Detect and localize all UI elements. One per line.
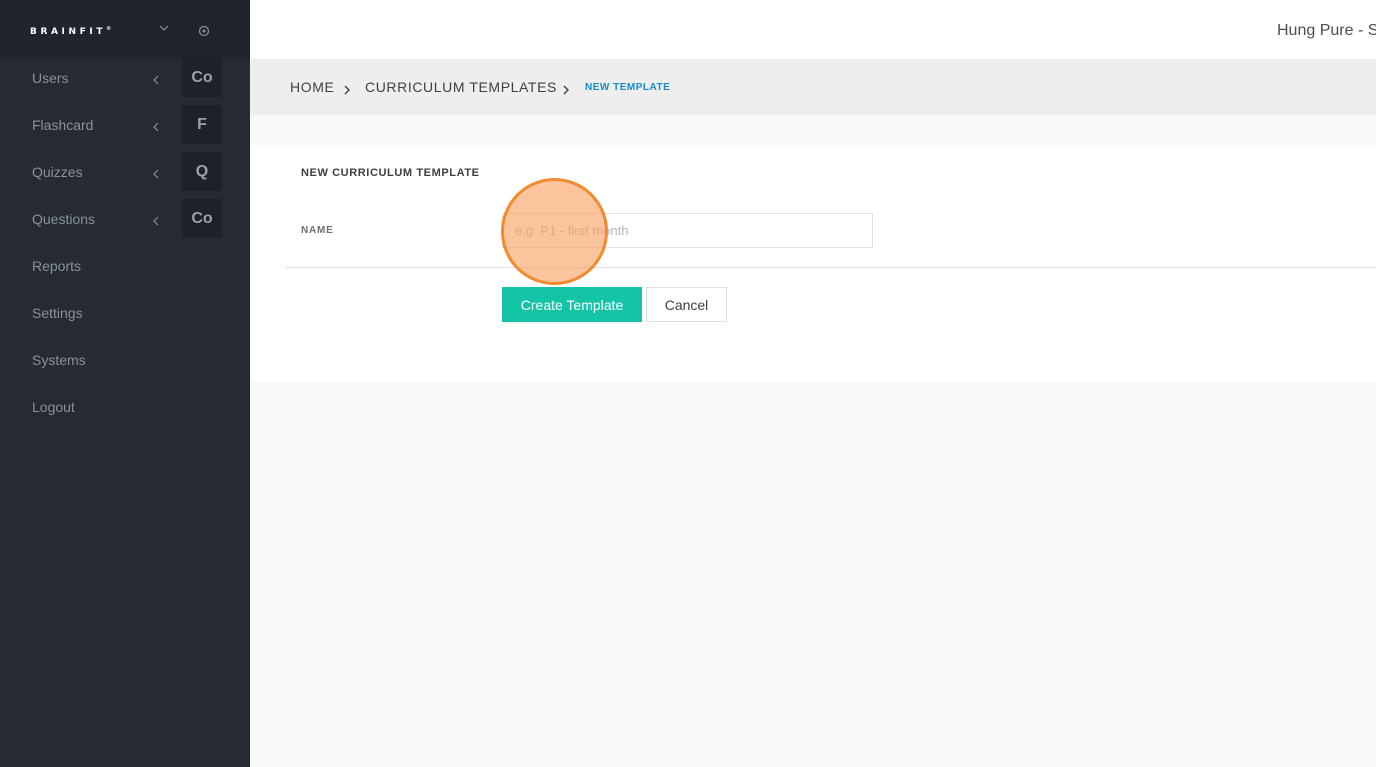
breadcrumb-curriculum-templates[interactable]: CURRICULUM TEMPLATES — [365, 79, 557, 95]
chevron-left-icon[interactable] — [150, 167, 162, 179]
sidebar-item-label: Systems — [32, 352, 86, 368]
sidebar-item-systems[interactable]: Systems — [0, 339, 250, 386]
sidebar-item-settings[interactable]: Settings — [0, 292, 250, 339]
breadcrumb: HOME CURRICULUM TEMPLATES NEW TEMPLATE — [250, 59, 1376, 115]
brainfit-logo[interactable]: BRAINFIT® — [30, 26, 111, 37]
sidebar-item-tile[interactable]: Co — [182, 199, 222, 238]
brand-bar: BRAINFIT® — [0, 0, 250, 59]
create-template-button[interactable]: Create Template — [502, 287, 642, 322]
chevron-right-icon — [343, 82, 351, 95]
sidebar-item-label: Users — [32, 70, 69, 86]
sidebar-item-tile[interactable]: Co — [182, 58, 222, 97]
name-label: NAME — [301, 225, 334, 236]
sidebar-item-label: Logout — [32, 399, 75, 415]
sidebar-item-label: Settings — [32, 305, 83, 321]
sidebar-item-tile[interactable]: Q — [182, 152, 222, 191]
sidebar-item-label: Flashcard — [32, 117, 94, 133]
sidebar-item-quizzes[interactable]: Quizzes Q — [0, 151, 250, 198]
sidebar-item-logout[interactable]: Logout — [0, 386, 250, 433]
chevron-left-icon[interactable] — [150, 120, 162, 132]
chevron-right-icon — [562, 82, 570, 95]
chevron-left-icon[interactable] — [150, 214, 162, 226]
sidebar: BRAINFIT® Users Co Flashcard F Quizzes Q… — [0, 0, 250, 767]
cancel-button[interactable]: Cancel — [646, 287, 727, 322]
new-template-card: NEW CURRICULUM TEMPLATE NAME Create Temp… — [250, 145, 1376, 382]
sidebar-item-tile[interactable]: F — [182, 105, 222, 144]
gear-icon[interactable] — [197, 24, 211, 38]
breadcrumb-current: NEW TEMPLATE — [585, 82, 671, 93]
sidebar-item-flashcard[interactable]: Flashcard F — [0, 104, 250, 151]
sidebar-item-questions[interactable]: Questions Co — [0, 198, 250, 245]
breadcrumb-home[interactable]: HOME — [290, 79, 334, 95]
sidebar-item-label: Quizzes — [32, 164, 83, 180]
chevron-down-icon[interactable] — [157, 21, 171, 35]
divider — [285, 267, 1376, 268]
sidebar-item-users[interactable]: Users Co — [0, 57, 250, 104]
chevron-left-icon[interactable] — [150, 73, 162, 85]
sidebar-item-label: Questions — [32, 211, 96, 227]
sidebar-item-label: Reports — [32, 258, 82, 274]
name-input[interactable] — [502, 213, 873, 248]
top-bar: Hung Pure - S — [250, 0, 1376, 59]
card-title: NEW CURRICULUM TEMPLATE — [301, 167, 480, 179]
sidebar-item-reports[interactable]: Reports — [0, 245, 250, 292]
user-menu[interactable]: Hung Pure - S — [1277, 22, 1376, 40]
